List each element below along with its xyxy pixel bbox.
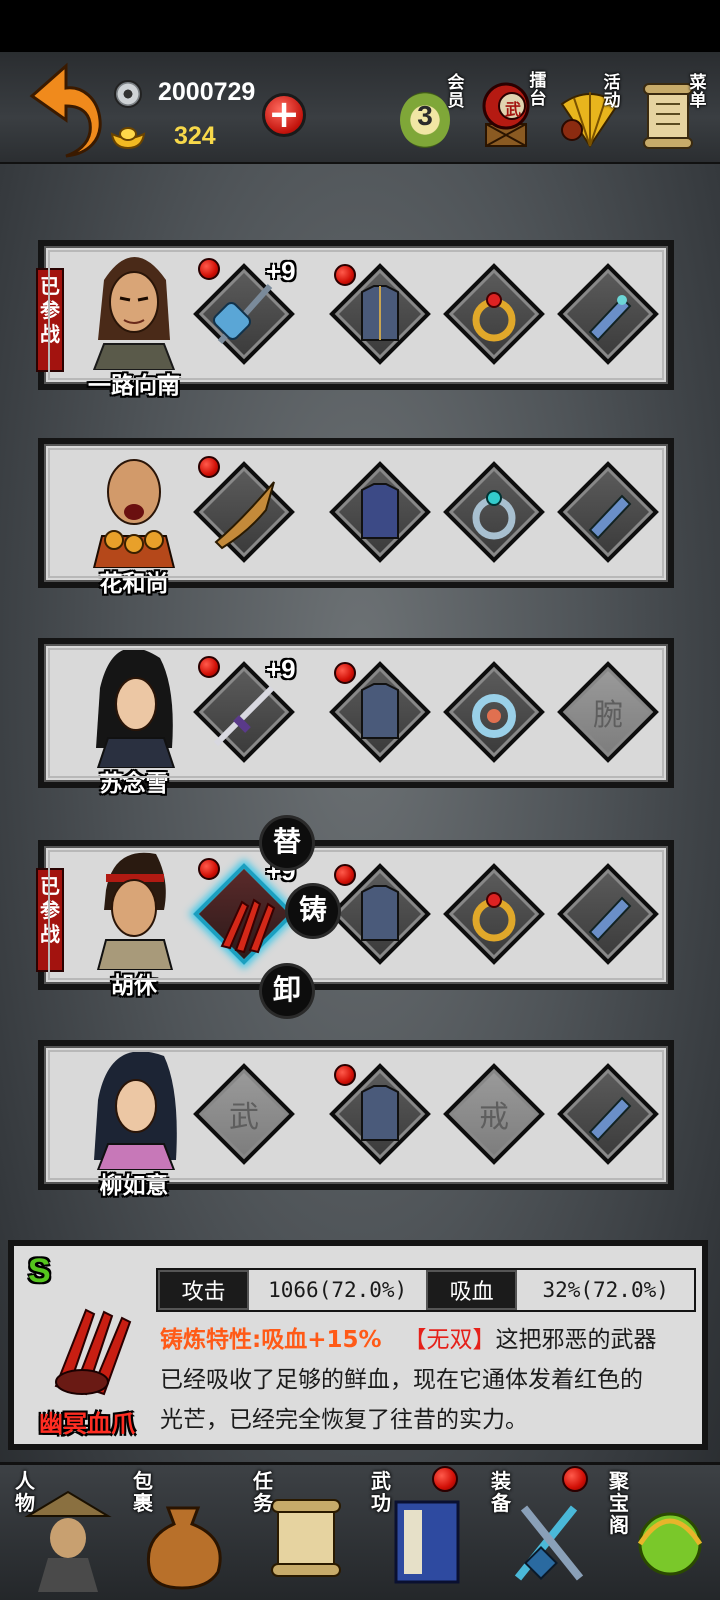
menu-label: 菜单 bbox=[689, 73, 707, 111]
weapon-slot[interactable]: 武 bbox=[192, 1062, 296, 1166]
nav-equipment[interactable]: 装备 bbox=[488, 1466, 598, 1592]
upgrade-alert-dot bbox=[334, 1064, 356, 1086]
lifesteal-value: 32%(72.0%) bbox=[542, 1278, 669, 1302]
nav-quests-label: 任务 bbox=[253, 1469, 273, 1515]
arena-badge: 武 bbox=[504, 100, 521, 119]
silver-coin-icon bbox=[114, 80, 142, 108]
nav-martial-label: 武功 bbox=[371, 1469, 391, 1515]
hero-name: 一路向南 bbox=[88, 373, 180, 399]
replace-button[interactable]: 替 bbox=[262, 818, 312, 868]
bracer-slot[interactable] bbox=[556, 862, 660, 966]
item-name: 幽冥血爪 bbox=[39, 1410, 135, 1438]
armor-slot[interactable] bbox=[328, 460, 432, 564]
nav-character-label: 人物 bbox=[15, 1469, 35, 1515]
forge-button[interactable]: 铸 bbox=[288, 886, 338, 936]
item-stats: 攻击 1066(72.0%) 吸血 32%(72.0%) bbox=[156, 1268, 696, 1312]
nav-martial[interactable]: 武功 bbox=[368, 1466, 478, 1592]
in-battle-tag: 已参战 bbox=[36, 868, 64, 972]
armor-icon bbox=[361, 483, 399, 539]
nav-equipment-label: 装备 bbox=[491, 1469, 511, 1515]
nav-bag[interactable]: 包裹 bbox=[128, 1468, 238, 1592]
nav-character[interactable]: 人物 bbox=[8, 1468, 118, 1592]
hero-row[interactable]: 柳如意 武 戒 bbox=[38, 1040, 674, 1199]
item-grade: S bbox=[28, 1252, 51, 1290]
status-bar bbox=[0, 0, 720, 52]
hero-name: 苏念雪 bbox=[99, 771, 169, 797]
ring-slot[interactable] bbox=[442, 862, 546, 966]
ring-slot[interactable] bbox=[442, 460, 546, 564]
vip-label: 会员 bbox=[447, 73, 465, 111]
item-detail-panel: S 幽冥血爪 攻击 1066(72.0%) 吸血 32%(72.0%) 铸炼特性… bbox=[8, 1240, 708, 1450]
gold-ring-icon bbox=[472, 292, 516, 342]
description-line: 已经吸收了足够的鲜血，现在它通体发着红色的 bbox=[160, 1367, 643, 1393]
silver-ring-icon bbox=[472, 490, 516, 540]
ring-slot[interactable] bbox=[442, 660, 546, 764]
hero-portrait[interactable] bbox=[84, 1040, 184, 1170]
upgrade-alert-dot bbox=[334, 264, 356, 286]
upgrade-alert-dot bbox=[334, 662, 356, 684]
lifesteal-label: 吸血 bbox=[426, 1270, 518, 1310]
description-line: 这把邪恶的武器 bbox=[495, 1327, 657, 1353]
nav-bag-label: 包裹 bbox=[133, 1469, 153, 1515]
enhance-level: +9 bbox=[266, 654, 296, 684]
attack-label: 攻击 bbox=[158, 1270, 250, 1310]
hero-portrait[interactable] bbox=[84, 438, 184, 568]
ring-placeholder: 戒 bbox=[479, 1100, 509, 1135]
rarity-tag: 【无双】 bbox=[403, 1327, 496, 1353]
ring-slot[interactable]: 戒 bbox=[442, 1062, 546, 1166]
gold-amount: 324 bbox=[174, 122, 216, 150]
attack-value: 1066(72.0%) bbox=[268, 1278, 408, 1302]
blood-claw-icon bbox=[54, 1308, 132, 1396]
gold-ring-icon bbox=[472, 892, 516, 942]
upgrade-alert-dot bbox=[198, 258, 220, 280]
hero-row[interactable]: 已参战 胡休 +9 bbox=[36, 840, 674, 999]
hero-row[interactable]: 已参战 一路向南 +9 bbox=[36, 240, 674, 399]
back-arrow-icon[interactable] bbox=[26, 62, 102, 158]
silver-amount: 2000729 bbox=[158, 78, 256, 106]
ring-slot[interactable] bbox=[442, 262, 546, 366]
bracer-icon bbox=[588, 295, 632, 342]
jade-ring-icon bbox=[472, 694, 516, 738]
hero-name: 柳如意 bbox=[99, 1173, 169, 1199]
bracer-slot[interactable] bbox=[556, 1062, 660, 1166]
hero-row[interactable]: 苏念雪 +9 腕 bbox=[38, 638, 674, 797]
bracer-icon bbox=[588, 494, 632, 540]
gold-ingot-icon bbox=[110, 127, 146, 150]
description-line: 光芒，已经完全恢复了往昔的实力。 bbox=[160, 1407, 528, 1433]
hero-name: 胡休 bbox=[111, 973, 157, 999]
enhance-level: +9 bbox=[266, 256, 296, 286]
upgrade-alert-dot bbox=[198, 456, 220, 478]
hero-name: 花和尚 bbox=[99, 571, 169, 597]
bracer-icon bbox=[588, 1096, 632, 1142]
bracer-icon bbox=[588, 896, 632, 942]
hero-portrait[interactable] bbox=[84, 638, 184, 768]
hero-row[interactable]: 花和尚 bbox=[38, 438, 674, 597]
forge-trait: 铸炼特性:吸血+15% bbox=[160, 1327, 382, 1353]
item-description: 铸炼特性:吸血+15% 【无双】这把邪恶的武器 已经吸收了足够的鲜血，现在它通体… bbox=[160, 1320, 700, 1440]
unequip-button[interactable]: 卸 bbox=[262, 966, 312, 1016]
in-battle-tag: 已参战 bbox=[36, 268, 64, 372]
equipment-alert-dot bbox=[562, 1466, 588, 1492]
bracer-slot[interactable] bbox=[556, 460, 660, 564]
weapon-placeholder: 武 bbox=[229, 1100, 259, 1135]
nav-treasure-label: 聚宝阁 bbox=[609, 1469, 629, 1537]
martial-alert-dot bbox=[432, 1466, 458, 1492]
upgrade-alert-dot bbox=[334, 864, 356, 886]
hero-portrait[interactable] bbox=[84, 840, 184, 970]
nav-quests[interactable]: 任务 bbox=[248, 1468, 358, 1592]
hero-portrait[interactable] bbox=[84, 240, 184, 370]
bracer-placeholder: 腕 bbox=[593, 698, 623, 733]
nav-treasure[interactable]: 聚宝阁 bbox=[606, 1468, 716, 1592]
arena-label: 擂台 bbox=[529, 71, 547, 109]
upgrade-alert-dot bbox=[198, 656, 220, 678]
bracer-slot[interactable]: 腕 bbox=[556, 660, 660, 764]
add-currency-button[interactable]: + bbox=[262, 93, 306, 137]
vip-level: 3 bbox=[417, 100, 433, 131]
bracer-slot[interactable] bbox=[556, 262, 660, 366]
events-label: 活动 bbox=[603, 73, 621, 111]
upgrade-alert-dot bbox=[198, 858, 220, 880]
